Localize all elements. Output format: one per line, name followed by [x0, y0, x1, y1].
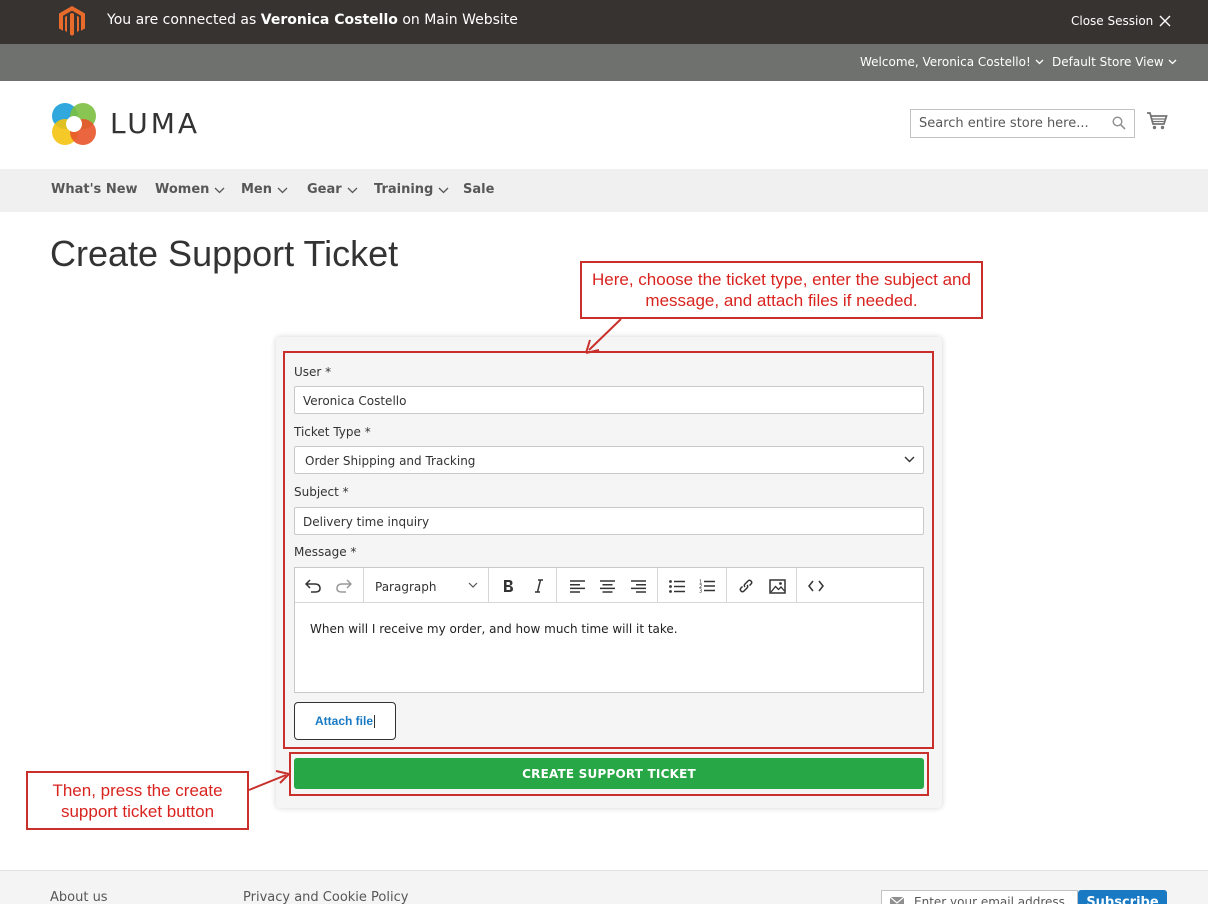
- luma-logo-icon: [52, 103, 96, 145]
- logo-text: LUMA: [110, 107, 201, 140]
- page-footer: About us Privacy and Cookie Policy Subsc…: [0, 870, 1208, 904]
- nav-item-sale[interactable]: Sale: [463, 182, 494, 198]
- search-icon[interactable]: [1112, 116, 1126, 130]
- annotation-highlight-button: [289, 752, 929, 796]
- chevron-down-icon: [347, 187, 358, 193]
- close-session-button[interactable]: Close Session: [1071, 13, 1171, 29]
- chevron-down-icon: [277, 187, 288, 193]
- subscribe-button[interactable]: Subscribe: [1078, 890, 1167, 904]
- nav-item-training[interactable]: Training: [374, 182, 449, 198]
- nav-item-gear[interactable]: Gear: [307, 182, 358, 198]
- store-view-switcher[interactable]: Default Store View: [1052, 54, 1177, 70]
- search-box[interactable]: [910, 109, 1135, 138]
- chevron-down-icon: [1168, 59, 1177, 65]
- chevron-down-icon: [438, 187, 449, 193]
- customer-welcome-menu[interactable]: Welcome, Veronica Costello!: [860, 54, 1044, 70]
- admin-session-bar: You are connected as Veronica Costello o…: [0, 0, 1208, 44]
- magento-logo-icon: [59, 6, 85, 36]
- main-navigation: What's New Women Men Gear Training Sale: [0, 169, 1208, 212]
- annotation-highlight-form: [283, 351, 934, 749]
- chevron-down-icon: [214, 187, 225, 193]
- annotation-callout-top: Here, choose the ticket type, enter the …: [580, 261, 983, 319]
- panel-header: Welcome, Veronica Costello! Default Stor…: [0, 44, 1208, 81]
- footer-link-privacy[interactable]: Privacy and Cookie Policy: [243, 890, 408, 904]
- connected-as-text: You are connected as Veronica Costello o…: [107, 12, 518, 28]
- newsletter-field[interactable]: [881, 890, 1078, 904]
- chevron-down-icon: [1035, 59, 1044, 65]
- luma-logo[interactable]: LUMA: [51, 101, 200, 147]
- close-icon: [1159, 15, 1171, 27]
- annotation-callout-bottom: Then, press the create support ticket bu…: [26, 771, 249, 830]
- cart-icon[interactable]: [1146, 111, 1168, 131]
- newsletter-email-input[interactable]: [914, 895, 1074, 904]
- admin-user-name: Veronica Costello: [260, 12, 398, 28]
- nav-item-women[interactable]: Women: [155, 182, 225, 198]
- footer-link-about-us[interactable]: About us: [50, 890, 108, 904]
- search-input[interactable]: [911, 110, 1106, 137]
- nav-item-men[interactable]: Men: [241, 182, 288, 198]
- page-title: Create Support Ticket: [50, 233, 399, 274]
- envelope-icon: [890, 897, 904, 904]
- nav-item-whats-new[interactable]: What's New: [51, 182, 138, 198]
